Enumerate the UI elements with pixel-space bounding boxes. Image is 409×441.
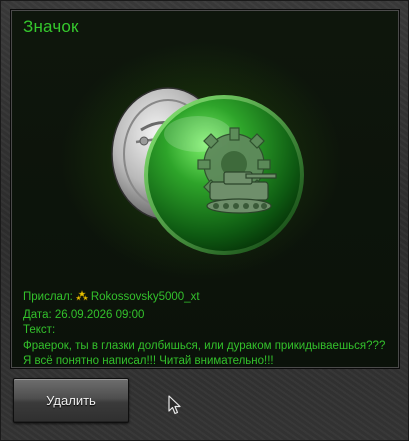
date-value: 26.09.2026 09:00 — [54, 308, 145, 321]
text-label: Текст: — [23, 324, 56, 336]
date-label: Дата: — [23, 308, 52, 321]
dialog-title: Значок — [23, 17, 79, 36]
message-text: Фраерок, ты в глазки долбишься, или дура… — [23, 339, 386, 368]
delete-button[interactable]: Удалить — [13, 378, 129, 423]
badge-image — [106, 72, 306, 262]
message-info: Прислал: Rokossovsky5000_xt Дата: 26.09.2… — [23, 289, 395, 370]
badge-dialog: Значок Прислал: Rokossovsky5000_xt Дата:… — [0, 0, 409, 441]
rank-stars-icon — [75, 289, 89, 308]
sender-name[interactable]: Rokossovsky5000_xt — [91, 291, 200, 303]
content-panel: Значок Прислал: Rokossovsky5000_xt Дата:… — [10, 9, 400, 369]
mouse-cursor-icon — [168, 395, 182, 420]
sender-label: Прислал: — [23, 291, 73, 303]
date-row: Дата: 26.09.2026 09:00 — [23, 308, 395, 324]
sender-row: Прислал: Rokossovsky5000_xt — [23, 289, 395, 308]
green-gear-tank-badge-icon — [111, 87, 304, 255]
